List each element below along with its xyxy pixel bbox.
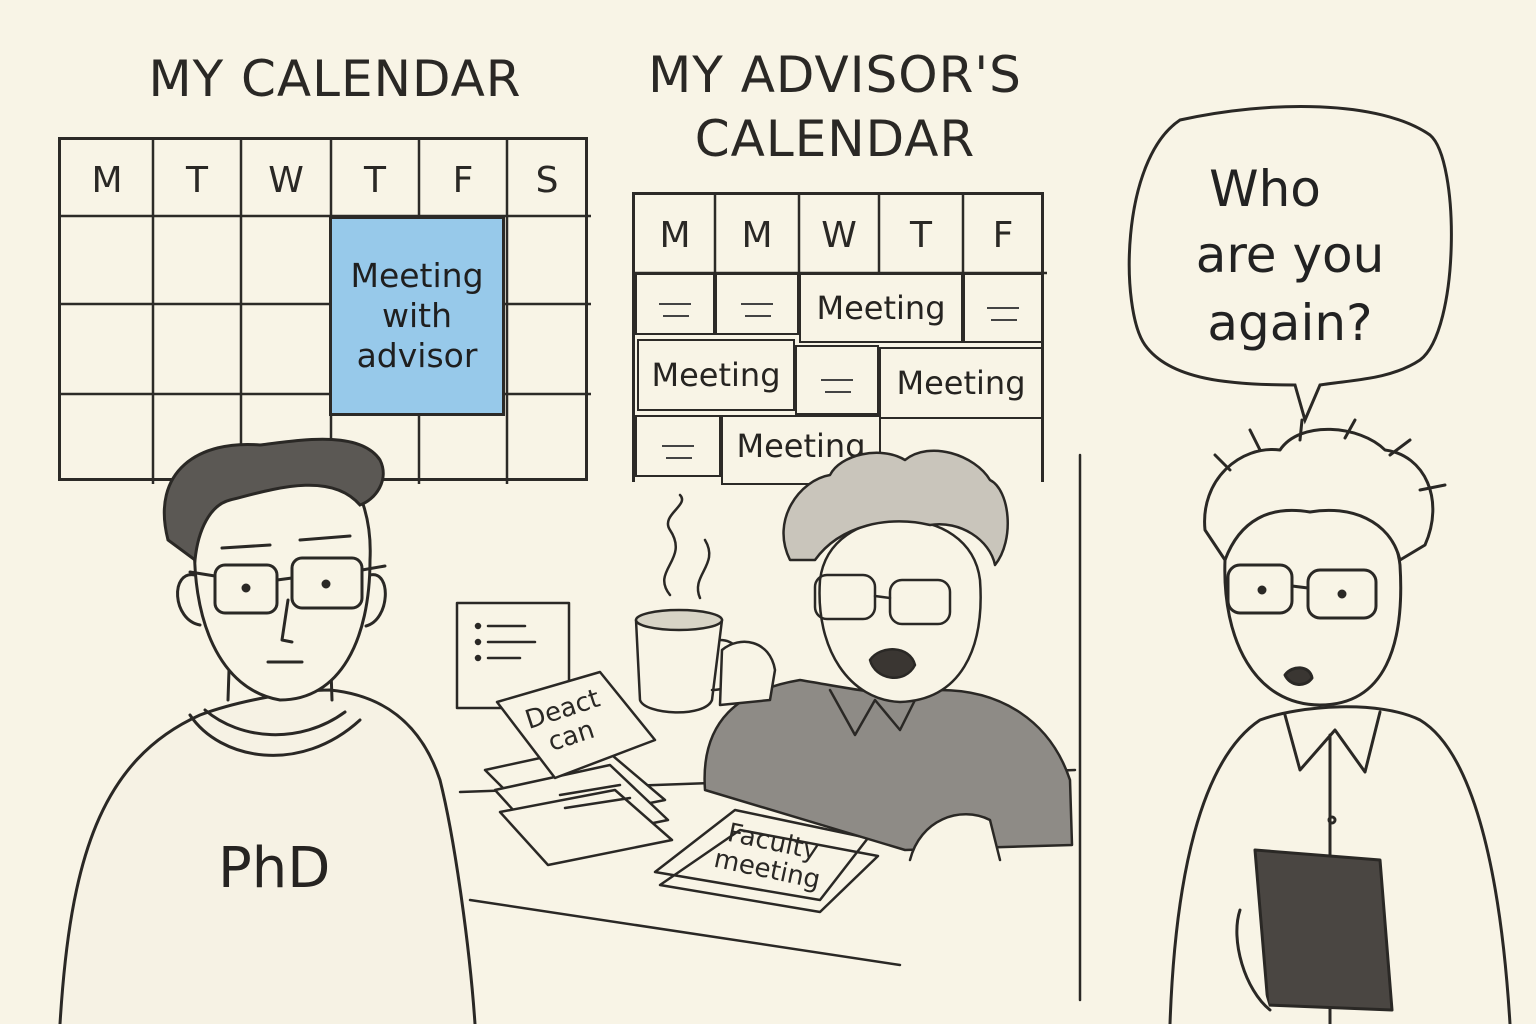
advisor-standing-figure [1168, 418, 1512, 1024]
comic-stage: MY CALENDAR M T W T F S Meeting with adv… [0, 0, 1536, 1024]
